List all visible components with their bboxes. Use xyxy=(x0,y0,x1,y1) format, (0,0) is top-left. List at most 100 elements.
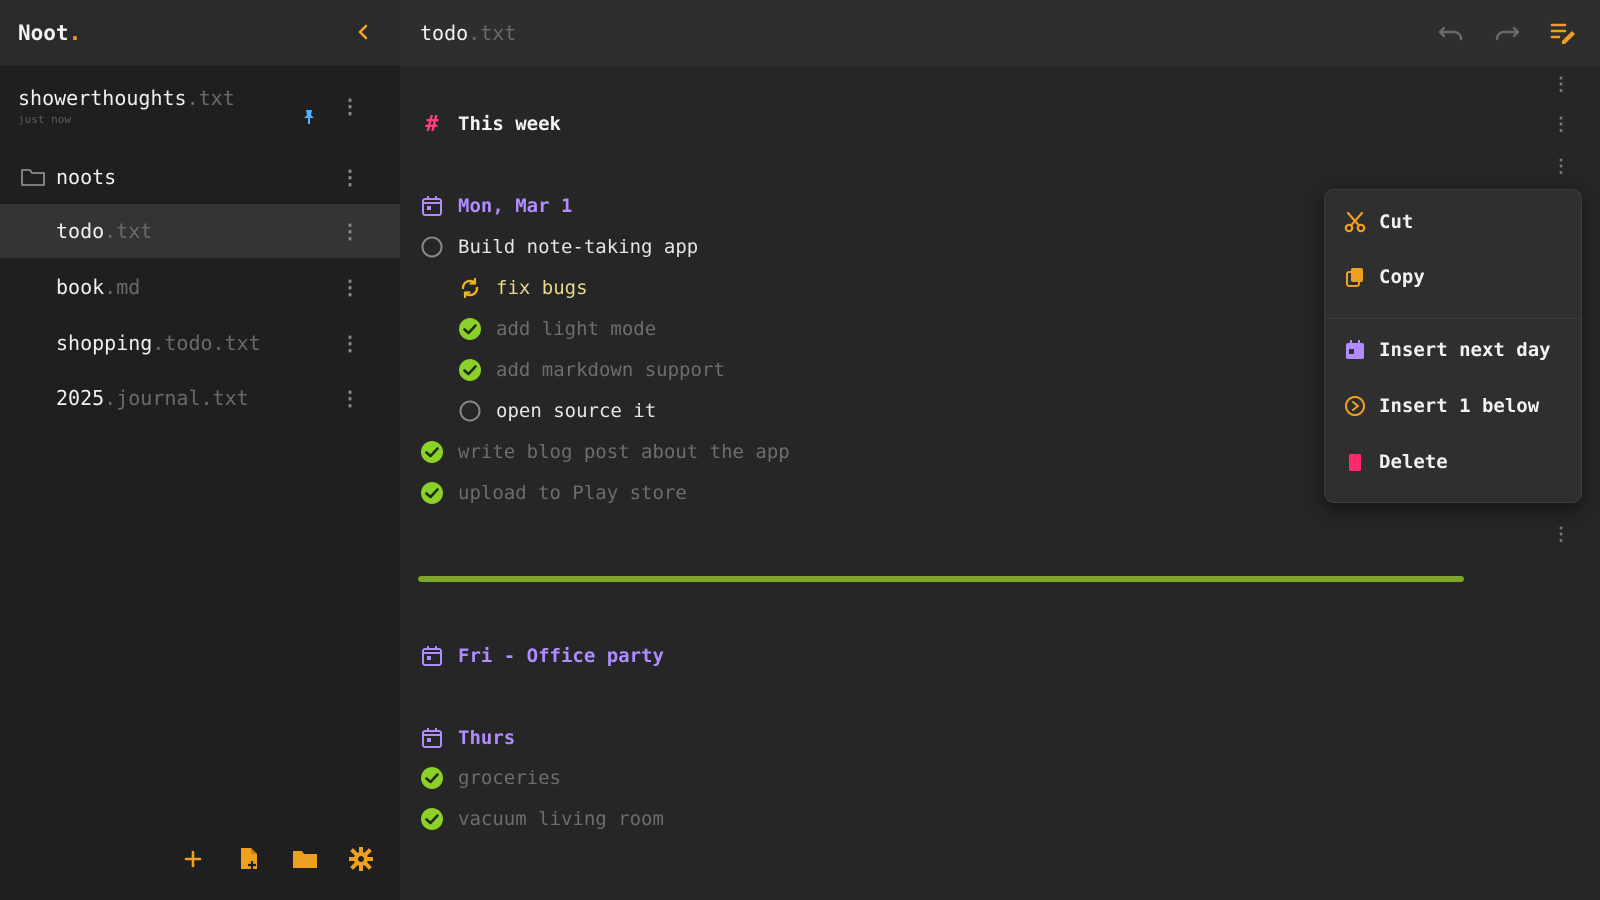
line-options-icon[interactable]: ⋮ xyxy=(1552,114,1570,135)
file-name: 2025.journal.txt xyxy=(56,386,249,410)
date-line[interactable]: Fri - Office party xyxy=(420,644,664,668)
horizontal-rule xyxy=(418,576,1464,582)
in-progress-icon[interactable] xyxy=(458,276,482,300)
check-circle-icon[interactable] xyxy=(420,440,444,464)
todo-text: Build note-taking app xyxy=(458,236,699,258)
context-menu: Cut Copy Insert next day Insert 1 below … xyxy=(1324,189,1582,503)
file-name: showerthoughts.txt xyxy=(18,86,235,110)
todo-line[interactable]: vacuum living room xyxy=(420,807,664,831)
more-options-icon[interactable]: ⋮ xyxy=(340,333,360,353)
date-line[interactable]: Thurs xyxy=(420,726,515,750)
sidebar-item-shopping[interactable]: shopping.todo.txt ⋮ xyxy=(0,316,400,370)
line-options-icon[interactable]: ⋮ xyxy=(1552,156,1570,177)
calendar-icon xyxy=(420,194,444,218)
date-line[interactable]: Mon, Mar 1 xyxy=(420,194,572,218)
todo-text: vacuum living room xyxy=(458,808,664,830)
todo-line[interactable]: add markdown support xyxy=(458,358,725,382)
collapse-sidebar-button[interactable] xyxy=(356,21,370,45)
pin-icon xyxy=(303,109,315,129)
file-name: shopping.todo.txt xyxy=(56,331,261,355)
hash-icon: # xyxy=(425,111,439,137)
more-options-icon[interactable]: ⋮ xyxy=(340,221,360,241)
copy-icon xyxy=(1343,265,1367,289)
todo-line[interactable]: Build note-taking app xyxy=(420,235,698,259)
menu-item-label: Delete xyxy=(1379,451,1448,473)
menu-separator xyxy=(1325,318,1581,319)
chevron-left-icon xyxy=(358,24,368,40)
line-options-icon[interactable]: ⋮ xyxy=(1552,74,1570,95)
undo-icon xyxy=(1438,26,1463,41)
todo-text: add light mode xyxy=(496,318,657,340)
sidebar: Noot. showerthoughts.txt just now ⋮ noot… xyxy=(0,0,400,900)
trash-icon xyxy=(1343,450,1367,474)
todo-line[interactable]: upload to Play store xyxy=(420,481,687,505)
menu-item-insert-next-day[interactable]: Insert next day xyxy=(1343,338,1551,362)
todo-text: open source it xyxy=(496,400,657,422)
more-options-icon[interactable]: ⋮ xyxy=(340,388,360,408)
menu-item-delete[interactable]: Delete xyxy=(1343,450,1448,474)
folder-name: noots xyxy=(56,165,117,189)
calendar-icon xyxy=(1343,338,1367,362)
todo-line[interactable]: open source it xyxy=(458,399,656,423)
sidebar-footer xyxy=(180,846,374,872)
line-options-icon[interactable]: ⋮ xyxy=(1552,524,1570,545)
folder-icon xyxy=(21,169,45,186)
sidebar-folder-noots[interactable]: noots ⋮ xyxy=(0,150,400,204)
heading-line[interactable]: # This week xyxy=(420,111,561,137)
menu-item-label: Insert next day xyxy=(1379,339,1551,361)
redo-button[interactable] xyxy=(1494,20,1520,46)
check-circle-icon[interactable] xyxy=(458,317,482,341)
checkbox-empty-icon[interactable] xyxy=(458,399,482,423)
new-file-icon xyxy=(241,848,257,869)
sidebar-item-todo[interactable]: todo.txt ⋮ xyxy=(0,204,400,258)
menu-item-copy[interactable]: Copy xyxy=(1343,265,1425,289)
todo-line[interactable]: groceries xyxy=(420,766,561,790)
more-options-icon[interactable]: ⋮ xyxy=(340,96,360,116)
sidebar-item-book[interactable]: book.md ⋮ xyxy=(0,260,400,314)
menu-item-label: Insert 1 below xyxy=(1379,395,1540,417)
redo-icon xyxy=(1495,26,1520,41)
document-title: todo.txt xyxy=(420,21,517,45)
todo-text: add markdown support xyxy=(496,359,725,381)
date-text: Fri - Office party xyxy=(458,645,664,667)
todo-text: upload to Play store xyxy=(458,482,687,504)
file-modified-time: just now xyxy=(18,113,71,126)
scissors-icon xyxy=(1343,210,1367,234)
file-name: todo.txt xyxy=(56,219,153,243)
editor-toolbar: todo.txt xyxy=(400,0,1600,66)
todo-text: write blog post about the app xyxy=(458,441,790,463)
more-options-icon[interactable]: ⋮ xyxy=(340,167,360,187)
app-brand: Noot. xyxy=(18,21,82,45)
calendar-icon xyxy=(420,644,444,668)
checkbox-empty-icon[interactable] xyxy=(420,235,444,259)
new-file-button[interactable] xyxy=(236,846,262,872)
plus-icon xyxy=(184,850,202,868)
date-text: Thurs xyxy=(458,727,516,749)
todo-text: groceries xyxy=(458,767,561,789)
edit-note-icon xyxy=(1550,23,1575,44)
file-name: book.md xyxy=(56,275,141,299)
todo-line[interactable]: add light mode xyxy=(458,317,656,341)
check-circle-icon[interactable] xyxy=(420,807,444,831)
clock-icon xyxy=(1343,394,1367,418)
todo-line[interactable]: write blog post about the app xyxy=(420,440,790,464)
more-options-icon[interactable]: ⋮ xyxy=(340,277,360,297)
check-circle-icon[interactable] xyxy=(458,358,482,382)
edit-mode-button[interactable] xyxy=(1550,20,1576,46)
toolbar-actions xyxy=(1438,20,1576,46)
sidebar-item-journal[interactable]: 2025.journal.txt ⋮ xyxy=(0,371,400,425)
add-button[interactable] xyxy=(180,846,206,872)
todo-line[interactable]: fix bugs xyxy=(458,276,588,300)
check-circle-icon[interactable] xyxy=(420,481,444,505)
new-folder-button[interactable] xyxy=(292,846,318,872)
date-text: Mon, Mar 1 xyxy=(458,195,573,217)
todo-text: fix bugs xyxy=(496,277,588,299)
menu-item-label: Cut xyxy=(1379,211,1414,233)
sidebar-item-pinned-file[interactable]: showerthoughts.txt just now ⋮ xyxy=(0,76,400,136)
undo-button[interactable] xyxy=(1438,20,1464,46)
check-circle-icon[interactable] xyxy=(420,766,444,790)
menu-item-cut[interactable]: Cut xyxy=(1343,210,1413,234)
menu-item-insert-below[interactable]: Insert 1 below xyxy=(1343,394,1539,418)
calendar-icon xyxy=(420,726,444,750)
settings-button[interactable] xyxy=(348,846,374,872)
